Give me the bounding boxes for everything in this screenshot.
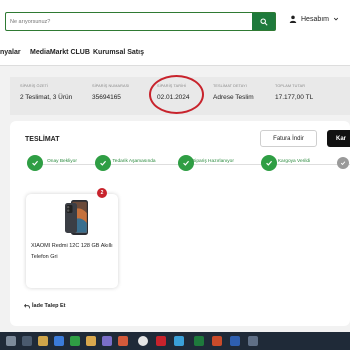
- search-bar[interactable]: [5, 12, 276, 31]
- quantity-badge: 2: [97, 188, 107, 198]
- chevron-down-icon: [333, 17, 339, 21]
- return-label: İade Talep Et: [32, 303, 66, 309]
- start-icon[interactable]: [6, 336, 16, 346]
- summary-order-overview: SİPARİŞ ÖZETİ 2 Teslimat, 3 Ürün: [20, 84, 72, 101]
- app-icon-blue[interactable]: [174, 336, 184, 346]
- search-icon: [259, 17, 268, 26]
- summary-value: 2 Teslimat, 3 Ürün: [20, 94, 73, 101]
- product-name: XIAOMI Redmi 12C 128 GB Akıllı Telefon G…: [31, 243, 113, 260]
- app-icon-grey[interactable]: [248, 336, 258, 346]
- app-icon-red[interactable]: [156, 336, 166, 346]
- step-label: Sipariş Hazırlanıyor: [192, 159, 234, 164]
- summary-delivery-detail: TESLİMAT DETAYI Adrese Teslim: [213, 84, 254, 101]
- main-nav: nyalar MediaMarkt CLUB Kurumsal Satış: [0, 40, 350, 66]
- chrome-icon[interactable]: [138, 336, 148, 346]
- summary-value: Adrese Teslim: [213, 94, 254, 101]
- dark-action-button[interactable]: Kar: [327, 130, 350, 147]
- nav-item-mediamarkt-club[interactable]: MediaMarkt CLUB: [30, 49, 90, 56]
- mail-icon[interactable]: [54, 336, 64, 346]
- summary-value: 35694165: [92, 94, 121, 101]
- return-arrow-icon: [24, 303, 30, 309]
- site-header: Hesabım: [0, 0, 350, 40]
- download-invoice-button[interactable]: Fatura İndir: [260, 130, 317, 147]
- powerpoint-icon[interactable]: [212, 336, 222, 346]
- summary-label: SİPARİŞ ÖZETİ: [20, 84, 49, 88]
- summary-label: TESLİMAT DETAYI: [213, 84, 247, 88]
- step-label: Onay Bekliyor: [47, 159, 77, 164]
- delivery-title: TESLİMAT: [25, 136, 60, 143]
- return-request-link[interactable]: İade Talep Et: [24, 303, 66, 309]
- delivery-card: TESLİMAT Fatura İndir Kar Onay Bekliyor …: [10, 121, 350, 326]
- file-explorer-icon[interactable]: [38, 336, 48, 346]
- search-button[interactable]: [252, 13, 275, 30]
- nav-item-corporate-sales[interactable]: Kurumsal Satış: [93, 49, 144, 56]
- step-label: Kargoya Verildi: [277, 159, 311, 164]
- app-icon-green[interactable]: [70, 336, 80, 346]
- order-date-highlight-circle: [149, 75, 204, 114]
- user-icon: [289, 15, 297, 23]
- app-icon-orange[interactable]: [118, 336, 128, 346]
- app-icon-purple[interactable]: [102, 336, 112, 346]
- summary-total-amount: TOPLAM TUTAR 17.177,00 TL: [275, 84, 313, 101]
- product-image: [65, 200, 88, 235]
- summary-label: SİPARİŞ NUMARASI: [92, 84, 130, 88]
- os-taskbar: [0, 332, 350, 350]
- check-icon: [337, 157, 349, 169]
- account-label: Hesabım: [301, 15, 330, 23]
- search-input[interactable]: [10, 16, 250, 28]
- summary-value: 17.177,00 TL: [275, 94, 314, 101]
- summary-order-number: SİPARİŞ NUMARASI 35694165: [92, 84, 129, 101]
- product-card[interactable]: XIAOMI Redmi 12C 128 GB Akıllı Telefon G…: [26, 194, 118, 288]
- step-label: Tedarik Aşamasında: [112, 159, 156, 164]
- word-icon[interactable]: [230, 336, 240, 346]
- nav-item-categories[interactable]: nyalar: [0, 49, 21, 56]
- account-menu[interactable]: Hesabım: [289, 15, 339, 23]
- folder-icon[interactable]: [86, 336, 96, 346]
- task-view-icon[interactable]: [22, 336, 32, 346]
- excel-icon[interactable]: [194, 336, 204, 346]
- summary-label: TOPLAM TUTAR: [275, 84, 306, 88]
